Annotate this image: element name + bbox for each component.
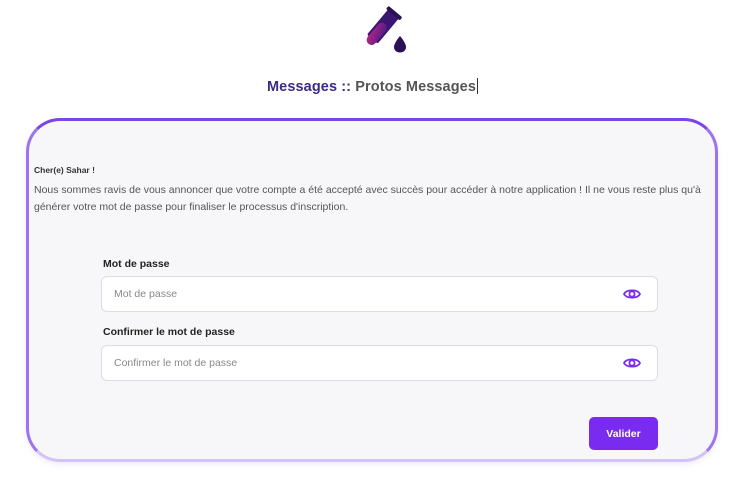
page-title-main: Messages	[266, 79, 338, 95]
eye-icon[interactable]	[623, 356, 641, 370]
greeting-text: Cher(e) Sahar !	[34, 165, 95, 175]
text-cursor	[477, 78, 479, 94]
password-label: Mot de passe	[103, 258, 170, 270]
eye-icon[interactable]	[623, 287, 641, 301]
page-title-separator: ::	[337, 79, 356, 95]
test-tube-droplet-icon	[366, 6, 406, 53]
welcome-message: Nous sommes ravis de vous annoncer que v…	[34, 184, 701, 213]
confirm-password-label: Confirmer le mot de passe	[103, 326, 235, 338]
password-input[interactable]	[114, 277, 604, 311]
password-field	[101, 276, 658, 312]
confirm-password-field	[101, 345, 658, 381]
confirm-password-input[interactable]	[114, 346, 604, 380]
page-title: Messages :: Protos Messages	[0, 78, 745, 95]
page-title-sub: Protos Messages	[355, 79, 477, 95]
valider-button[interactable]: Valider	[589, 417, 658, 450]
